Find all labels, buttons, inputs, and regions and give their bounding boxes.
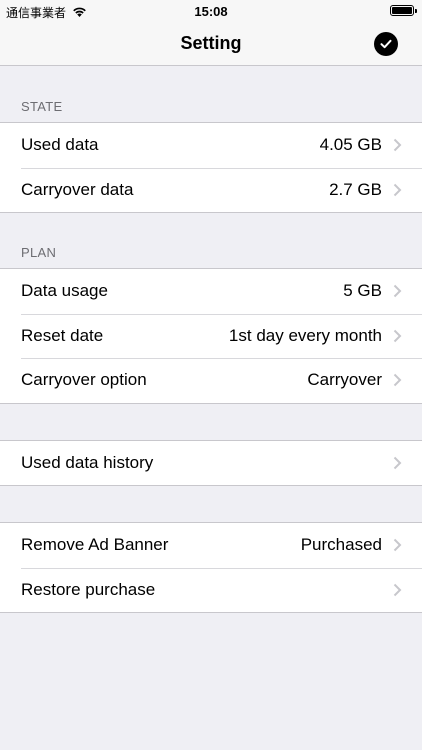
chevron-right-icon	[393, 285, 402, 298]
checkmark-icon	[380, 39, 392, 49]
done-button[interactable]	[374, 32, 398, 56]
chevron-right-icon	[393, 583, 402, 596]
row-label: Used data	[21, 135, 99, 155]
chevron-right-icon	[393, 183, 402, 196]
row-label: Reset date	[21, 325, 104, 345]
chevron-right-icon	[393, 374, 402, 387]
row-value: 1st day every month	[228, 325, 382, 345]
row-value: Purchased	[300, 535, 382, 555]
row-value: Carryover	[307, 370, 382, 390]
row-label: Carryover data	[21, 179, 134, 199]
row-reset-date[interactable]: Reset date 1st day every month	[0, 313, 422, 359]
page-title: Setting	[180, 33, 242, 53]
navigation-bar: Setting	[0, 22, 422, 66]
row-data-usage[interactable]: Data usage 5 GB	[0, 269, 422, 314]
row-label: Remove Ad Banner	[21, 535, 169, 555]
group-purchase: Remove Ad Banner Purchased Restore purch…	[0, 522, 422, 613]
row-used-data[interactable]: Used data 4.05 GB	[0, 123, 422, 168]
row-carryover-option[interactable]: Carryover option Carryover	[0, 358, 422, 403]
row-remove-ad-banner[interactable]: Remove Ad Banner Purchased	[0, 523, 422, 568]
chevron-right-icon	[393, 329, 402, 342]
settings-list: STATE Used data 4.05 GB Carryover data 2…	[0, 67, 422, 613]
status-time: 15:08	[194, 4, 228, 19]
row-used-data-history[interactable]: Used data history	[0, 441, 422, 486]
section-header-state: STATE	[21, 99, 63, 114]
chevron-right-icon	[393, 139, 402, 152]
group-state: Used data 4.05 GB Carryover data 2.7 GB	[0, 122, 422, 213]
row-label: Used data history	[21, 452, 154, 472]
group-plan: Data usage 5 GB Reset date 1st day every…	[0, 268, 422, 404]
group-history: Used data history	[0, 439, 422, 486]
row-value: 5 GB	[343, 281, 382, 301]
chevron-right-icon	[393, 456, 402, 469]
row-value: 4.05 GB	[319, 135, 382, 155]
row-label: Carryover option	[21, 370, 147, 390]
row-restore-purchase[interactable]: Restore purchase	[0, 567, 422, 613]
row-value: 2.7 GB	[329, 179, 382, 199]
status-bar: 通信事業者 15:08	[0, 0, 422, 22]
battery-icon	[390, 5, 417, 16]
chevron-right-icon	[393, 539, 402, 552]
section-header-plan: PLAN	[21, 245, 57, 260]
row-carryover-data[interactable]: Carryover data 2.7 GB	[0, 167, 422, 213]
row-label: Restore purchase	[21, 579, 156, 599]
row-label: Data usage	[21, 281, 108, 301]
